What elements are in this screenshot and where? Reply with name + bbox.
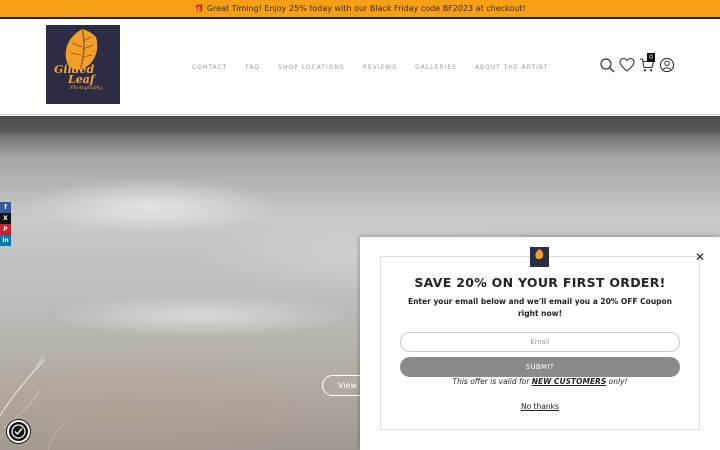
heart-icon[interactable] — [619, 57, 635, 73]
cart-icon[interactable]: 0 — [639, 53, 655, 73]
search-icon[interactable] — [599, 57, 615, 73]
popup-logo — [530, 247, 549, 267]
logo-wordmark: Gilded Leaf — [54, 64, 116, 85]
pinterest-icon[interactable]: P — [0, 224, 11, 235]
main-nav: CONTACT FAQ SHOP LOCATIONS REVIEWS GALLE… — [183, 19, 557, 115]
nav-reviews[interactable]: REVIEWS — [363, 64, 397, 71]
linkedin-icon[interactable]: in — [0, 235, 11, 246]
submit-button[interactable]: SUBMIT — [400, 357, 680, 377]
close-icon[interactable]: ✕ — [694, 251, 706, 263]
accessibility-icon — [11, 424, 26, 439]
promo-text: 🎁 Great Timing! Enjoy 25% today with our… — [194, 4, 526, 13]
facebook-icon[interactable]: f — [0, 202, 11, 213]
offer-suffix: only! — [606, 377, 628, 386]
nav-faq[interactable]: FAQ — [245, 64, 260, 71]
signup-popup: ✕ SAVE 20% ON YOUR FIRST ORDER! Enter yo… — [360, 237, 720, 450]
popup-description: Enter your email below and we'll email y… — [407, 297, 673, 318]
promo-banner: 🎁 Great Timing! Enjoy 25% today with our… — [0, 0, 720, 19]
logo-subtitle: Photography — [70, 85, 103, 91]
accessibility-widget-button[interactable] — [7, 420, 30, 443]
offer-terms: This offer is valid for NEW CUSTOMERS on… — [360, 377, 720, 386]
cart-count-badge: 0 — [647, 53, 655, 62]
nav-shop-locations[interactable]: SHOP LOCATIONS — [278, 64, 345, 71]
x-icon[interactable]: X — [0, 213, 11, 224]
social-share-bar: f X P in — [0, 202, 11, 246]
nav-galleries[interactable]: GALLERIES — [415, 64, 457, 71]
user-icon[interactable] — [659, 57, 675, 73]
nav-about-the-artist[interactable]: ABOUT THE ARTIST — [475, 64, 548, 71]
popup-title: SAVE 20% ON YOUR FIRST ORDER! — [414, 275, 666, 290]
site-logo[interactable]: Gilded Leaf Photography — [46, 25, 120, 104]
site-header: Gilded Leaf Photography CONTACT FAQ SHOP… — [0, 19, 720, 115]
nav-contact[interactable]: CONTACT — [192, 64, 227, 71]
offer-prefix: This offer is valid for — [452, 377, 532, 386]
no-thanks-link[interactable]: No thanks — [360, 402, 720, 411]
email-field[interactable] — [400, 332, 680, 352]
offer-emphasis: NEW CUSTOMERS — [531, 377, 607, 386]
